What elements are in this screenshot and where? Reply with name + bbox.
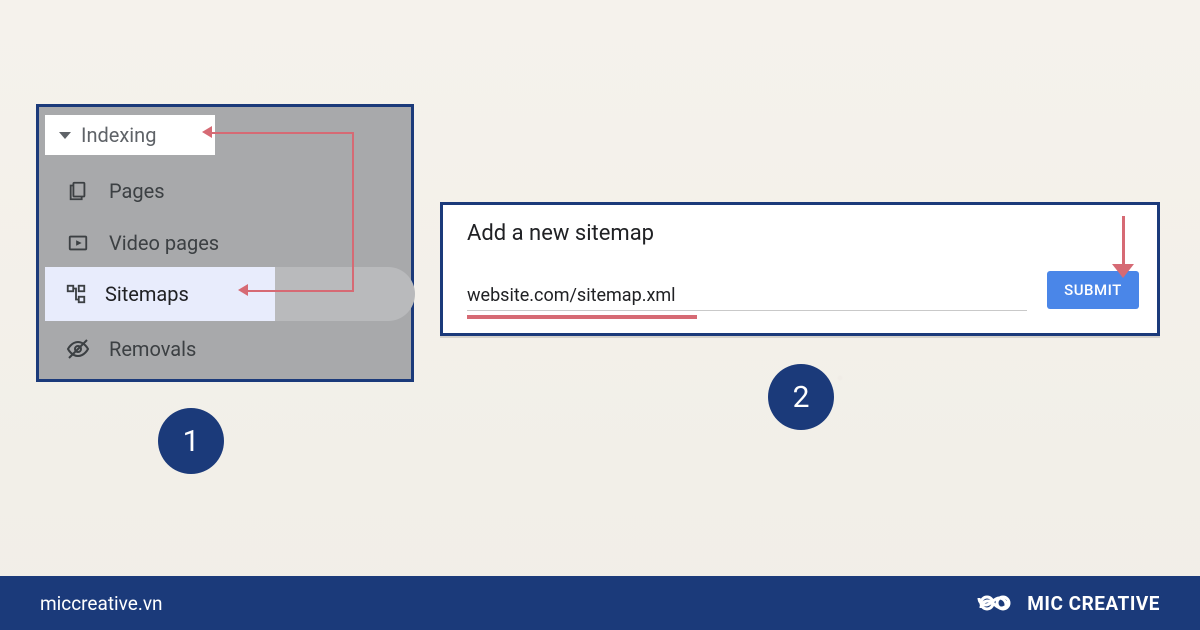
add-sitemap-panel: Add a new sitemap website.com/sitemap.xm… (440, 202, 1160, 336)
sidebar-item-pages[interactable]: Pages (45, 167, 409, 215)
annotation-arrow (352, 132, 354, 290)
sitemap-url-input[interactable]: website.com/sitemap.xml (467, 285, 1027, 311)
video-pages-icon (65, 232, 91, 254)
sidebar-item-video-pages[interactable]: Video pages (45, 219, 409, 267)
pages-icon (65, 180, 91, 202)
sidebar-item-removals[interactable]: Removals (45, 325, 409, 373)
sidebar-panel: Indexing Pages Video pages (36, 104, 414, 382)
annotation-arrow (210, 132, 354, 134)
arrow-down-icon (1112, 264, 1134, 278)
sidebar-item-label: Pages (109, 179, 165, 203)
annotation-underline (467, 315, 697, 319)
infinity-logo-icon (975, 591, 1015, 615)
footer-site: miccreative.vn (40, 592, 163, 615)
arrow-left-icon (202, 126, 212, 138)
step-number: 2 (793, 380, 810, 415)
footer-brand: MIC CREATIVE (975, 591, 1160, 615)
footer-bar: miccreative.vn MIC CREATIVE (0, 576, 1200, 630)
submit-button-label: SUBMIT (1064, 281, 1122, 299)
step-badge-2: 2 (768, 364, 834, 430)
sitemap-url-value: website.com/sitemap.xml (467, 285, 676, 306)
footer-brand-label: MIC CREATIVE (1027, 592, 1160, 615)
sidebar-item-label: Video pages (109, 231, 219, 255)
sidebar-section-indexing[interactable]: Indexing (45, 115, 215, 155)
step-number: 1 (183, 424, 200, 459)
sidebar-section-label: Indexing (81, 123, 156, 147)
arrow-left-icon (238, 284, 248, 296)
annotation-arrow (246, 290, 354, 292)
step-badge-1: 1 (158, 408, 224, 474)
chevron-down-icon (59, 132, 71, 139)
annotation-arrow (1122, 216, 1125, 266)
sitemaps-icon (65, 283, 87, 305)
add-sitemap-title: Add a new sitemap (467, 221, 654, 246)
sidebar-item-label: Sitemaps (105, 282, 189, 306)
removals-icon (65, 337, 91, 361)
sidebar-item-label: Removals (109, 337, 196, 361)
